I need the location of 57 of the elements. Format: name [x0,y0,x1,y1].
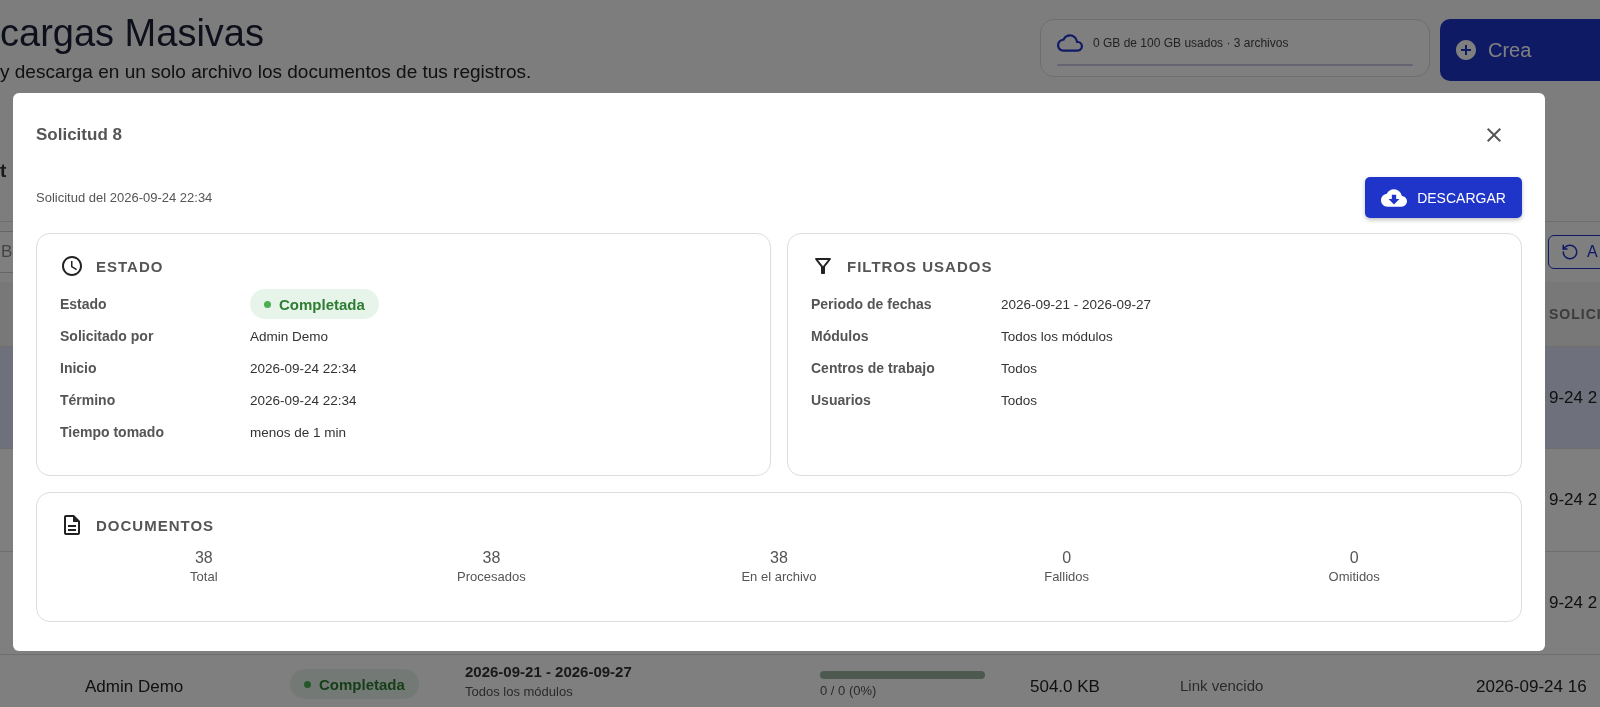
table-cell-text: 504.0 KB [1030,677,1101,697]
page-subtitle: y descarga en un solo archivo los documentos de tus registros. [0,60,532,84]
stat-value: 38 [194,549,213,567]
table-cell-text: 2026-09-24 16 [1476,677,1588,697]
field-value: Admin Demo [250,328,329,344]
status-dot-icon [304,680,311,688]
field-value: Todos [1001,360,1038,376]
stat-label: Omitidos [1328,569,1380,584]
modal-subtitle: Solicitud del 2026-09-24 22:34 [36,190,213,205]
refresh-button[interactable]: A [1548,235,1600,269]
field-label: Periodo de fechas [811,296,933,312]
table-cell: 9-24 2 [1549,387,1598,408]
table-cell-text: 2026-09-21 - 2026-09-27 [465,663,633,680]
table-cell: 9-24 2 [1549,593,1598,613]
stat-value: 38 [770,549,788,567]
status-badge: Completada [290,669,419,699]
field-label: Estado [60,296,108,312]
card-title: ESTADO [96,257,164,275]
download-button[interactable]: DESCARGAR [1365,177,1522,218]
modal-title: Solicitud 8 [36,125,122,145]
table-cell-text: Todos los módulos [465,684,574,699]
table-cell-text: Admin Demo [85,677,185,697]
table-cell: 9-24 2 [1549,490,1598,510]
field-label: Usuarios [811,392,872,408]
field-value: menos de 1 min [250,424,347,440]
field-label: Tiempo tomado [60,424,165,440]
status-badge: Completada [250,289,379,319]
page-title: cargas Masivas [0,11,265,56]
field-value: 2026-09-24 22:34 [250,392,357,408]
status-dot-icon [264,300,271,308]
card-title: DOCUMENTOS [96,516,215,534]
refresh-icon [1561,243,1579,261]
stat-label: Total [190,569,218,584]
field-value: Todos [1001,392,1038,408]
field-label: Solicitado por [60,328,155,344]
stat-value: 38 [482,549,501,567]
create-button[interactable]: Crea [1440,19,1600,81]
field-label: Centros de trabajo [811,360,936,376]
stat-label: En el archivo [741,569,817,584]
clock-icon [60,254,84,278]
table-cell-text: Link vencido [1180,677,1265,694]
table-cell-text: 0 / 0 (0%) [820,683,878,698]
column-header: SOLICI [1549,306,1600,322]
storage-text: 0 GB de 100 GB usados · 3 archivos [1093,36,1289,50]
plus-icon [1454,38,1478,62]
stat-label: Procesados [457,569,526,584]
stat-label: Fallidos [1044,569,1089,584]
field-label: Inicio [60,360,98,376]
field-value: 2026-09-21 - 2026-09-27 [1001,296,1152,312]
field-value: Todos los módulos [1001,328,1113,344]
stat-value: 0 [1062,549,1072,567]
stat-value: 0 [1349,549,1359,567]
card-title: FILTROS USADOS [847,257,993,275]
tab[interactable]: t [0,160,7,182]
field-value: 2026-09-24 22:34 [250,360,357,376]
field-label: Término [60,392,117,408]
field-label: Módulos [811,328,870,344]
